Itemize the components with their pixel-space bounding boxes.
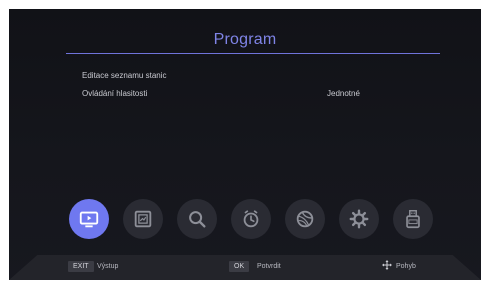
picture-icon-glyph	[134, 210, 152, 228]
menu-item-label: Editace seznamu stanic	[82, 71, 167, 80]
ok-hint-label: Potvrdit	[257, 263, 281, 270]
timer-icon[interactable]	[231, 199, 271, 239]
footer-hint-bar: EXIT Výstup OK Potvrdit Pohyb	[9, 255, 481, 280]
tv-icon[interactable]	[69, 199, 109, 239]
timer-icon-glyph	[243, 210, 259, 228]
menu-item-label: Ovládání hlasitosti	[82, 89, 148, 98]
gear-icon-glyph	[349, 209, 369, 229]
ok-key-badge: OK	[229, 261, 250, 272]
menu-item-value: Jednotné	[327, 89, 360, 98]
move-hint-label: Pohyb	[396, 263, 416, 270]
menu-item-channel-list-edit[interactable]: Editace seznamu stanic	[82, 69, 462, 83]
exit-hint-label: Výstup	[97, 263, 119, 270]
usb-icon-glyph	[406, 210, 420, 229]
network-icon[interactable]	[285, 199, 325, 239]
picture-icon[interactable]	[123, 199, 163, 239]
gear-icon[interactable]	[339, 199, 379, 239]
main-menu-icon-bar	[9, 199, 481, 241]
move-arrows-icon	[382, 260, 392, 270]
tv-icon-glyph	[79, 211, 99, 228]
search-icon-glyph	[189, 211, 206, 228]
tv-screen: Program Editace seznamu stanic Ovládání …	[9, 9, 481, 280]
menu-item-volume-control[interactable]: Ovládání hlasitosti Jednotné	[82, 87, 462, 101]
network-icon-glyph	[296, 210, 314, 228]
usb-icon[interactable]	[393, 199, 433, 239]
search-icon[interactable]	[177, 199, 217, 239]
exit-key-badge: EXIT	[68, 261, 94, 272]
